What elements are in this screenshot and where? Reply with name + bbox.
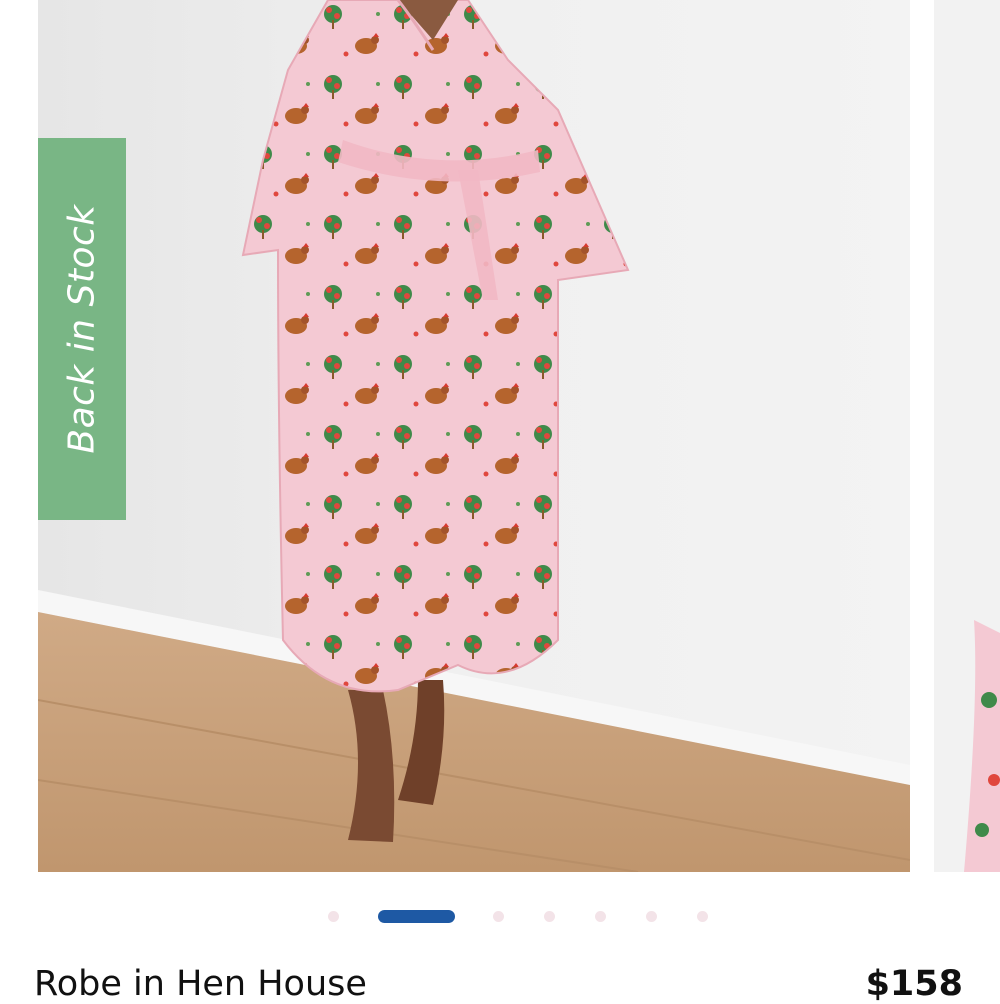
carousel-dot[interactable] [697,911,708,922]
carousel-dot-active[interactable] [378,910,455,923]
product-image-carousel[interactable]: Back in Stock [0,0,1000,875]
carousel-dot[interactable] [646,911,657,922]
carousel-dot[interactable] [595,911,606,922]
carousel-dot[interactable] [544,911,555,922]
carousel-dot[interactable] [328,911,339,922]
back-in-stock-badge: Back in Stock [38,138,126,520]
product-image-main[interactable] [38,0,910,872]
badge-label: Back in Stock [61,204,103,454]
product-title[interactable]: Robe in Hen House [34,964,367,1004]
product-price: $158 [865,964,963,1004]
product-info: Robe in Hen House $158 [0,955,1000,1004]
robe-photo [38,0,910,872]
product-image-next[interactable] [934,0,1000,872]
carousel-pagination [0,906,1000,926]
robe-photo-next [934,0,1000,872]
carousel-dot[interactable] [493,911,504,922]
